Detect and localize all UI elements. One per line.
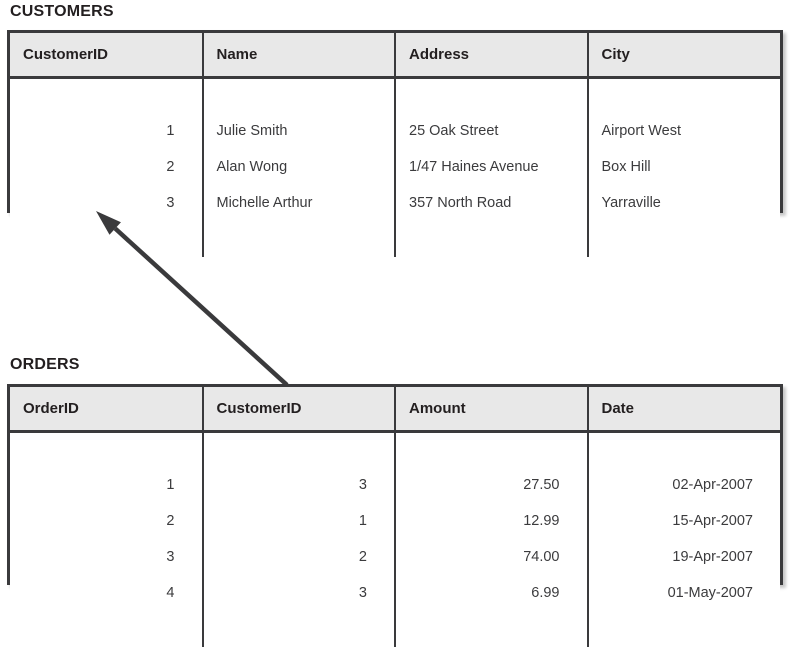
orders-table: OrderID CustomerID Amount Date 1 3 27.50	[7, 384, 783, 647]
customers-cell-address: 1/47 Haines Avenue	[395, 149, 589, 185]
orders-cell-customerid: 3	[202, 575, 396, 611]
customers-table-title: CUSTOMERS	[10, 3, 114, 20]
orders-table-title: ORDERS	[10, 356, 80, 373]
orders-cell-date: 01-May-2007	[587, 575, 780, 611]
orders-cell-customerid: 2	[202, 539, 396, 575]
orders-header-row: OrderID CustomerID Amount Date	[10, 387, 780, 433]
customers-col-header-city: City	[587, 33, 780, 79]
customers-cell-name: Julie Smith	[202, 113, 396, 149]
customers-col-header-customerid: CustomerID	[10, 33, 204, 79]
orders-spacer-top	[10, 431, 780, 467]
orders-cell-amount: 12.99	[395, 503, 589, 539]
customers-cell-address: 357 North Road	[395, 185, 589, 221]
orders-cell-amount: 74.00	[395, 539, 589, 575]
orders-grid: OrderID CustomerID Amount Date 1 3 27.50	[10, 387, 780, 647]
orders-cell-orderid: 3	[10, 539, 204, 575]
orders-cell-amount: 6.99	[395, 575, 589, 611]
table-row: 2 1 12.99 15-Apr-2007	[10, 503, 780, 539]
customers-cell-name: Michelle Arthur	[202, 185, 396, 221]
customers-table-body: 1 Julie Smith 25 Oak Street Airport West…	[10, 77, 780, 257]
diagram-canvas: CUSTOMERS CustomerID Name Address City 1…	[0, 0, 795, 647]
customers-cell-city: Box Hill	[587, 149, 780, 185]
table-row: 3 2 74.00 19-Apr-2007	[10, 539, 780, 575]
customers-grid: CustomerID Name Address City 1 Julie Smi…	[10, 33, 780, 257]
orders-cell-orderid: 2	[10, 503, 204, 539]
customers-header-row: CustomerID Name Address City	[10, 33, 780, 79]
orders-cell-date: 15-Apr-2007	[587, 503, 780, 539]
orders-cell-orderid: 4	[10, 575, 204, 611]
table-row: 1 3 27.50 02-Apr-2007	[10, 467, 780, 503]
customers-cell-city: Airport West	[587, 113, 780, 149]
customers-col-header-name: Name	[202, 33, 396, 79]
customers-table-head: CustomerID Name Address City	[10, 33, 780, 79]
orders-col-header-orderid: OrderID	[10, 387, 204, 433]
customers-cell-customerid: 2	[10, 149, 204, 185]
orders-cell-customerid: 1	[202, 503, 396, 539]
orders-cell-date: 19-Apr-2007	[587, 539, 780, 575]
customers-cell-city: Yarraville	[587, 185, 780, 221]
customers-col-header-address: Address	[395, 33, 589, 79]
orders-col-header-date: Date	[587, 387, 780, 433]
orders-table-body: 1 3 27.50 02-Apr-2007 2 1 12.99 15-Apr-2…	[10, 431, 780, 647]
orders-col-header-customerid: CustomerID	[202, 387, 396, 433]
orders-spacer-bottom	[10, 611, 780, 647]
customers-cell-name: Alan Wong	[202, 149, 396, 185]
customers-cell-customerid: 1	[10, 113, 204, 149]
orders-cell-amount: 27.50	[395, 467, 589, 503]
customers-spacer-bottom	[10, 221, 780, 257]
orders-cell-date: 02-Apr-2007	[587, 467, 780, 503]
orders-cell-customerid: 3	[202, 467, 396, 503]
orders-table-head: OrderID CustomerID Amount Date	[10, 387, 780, 433]
orders-col-header-amount: Amount	[395, 387, 589, 433]
customers-spacer-top	[10, 77, 780, 113]
customers-cell-address: 25 Oak Street	[395, 113, 589, 149]
customers-cell-customerid: 3	[10, 185, 204, 221]
orders-cell-orderid: 1	[10, 467, 204, 503]
table-row: 3 Michelle Arthur 357 North Road Yarravi…	[10, 185, 780, 221]
table-row: 1 Julie Smith 25 Oak Street Airport West	[10, 113, 780, 149]
table-row: 4 3 6.99 01-May-2007	[10, 575, 780, 611]
customers-table: CustomerID Name Address City 1 Julie Smi…	[7, 30, 783, 257]
table-row: 2 Alan Wong 1/47 Haines Avenue Box Hill	[10, 149, 780, 185]
